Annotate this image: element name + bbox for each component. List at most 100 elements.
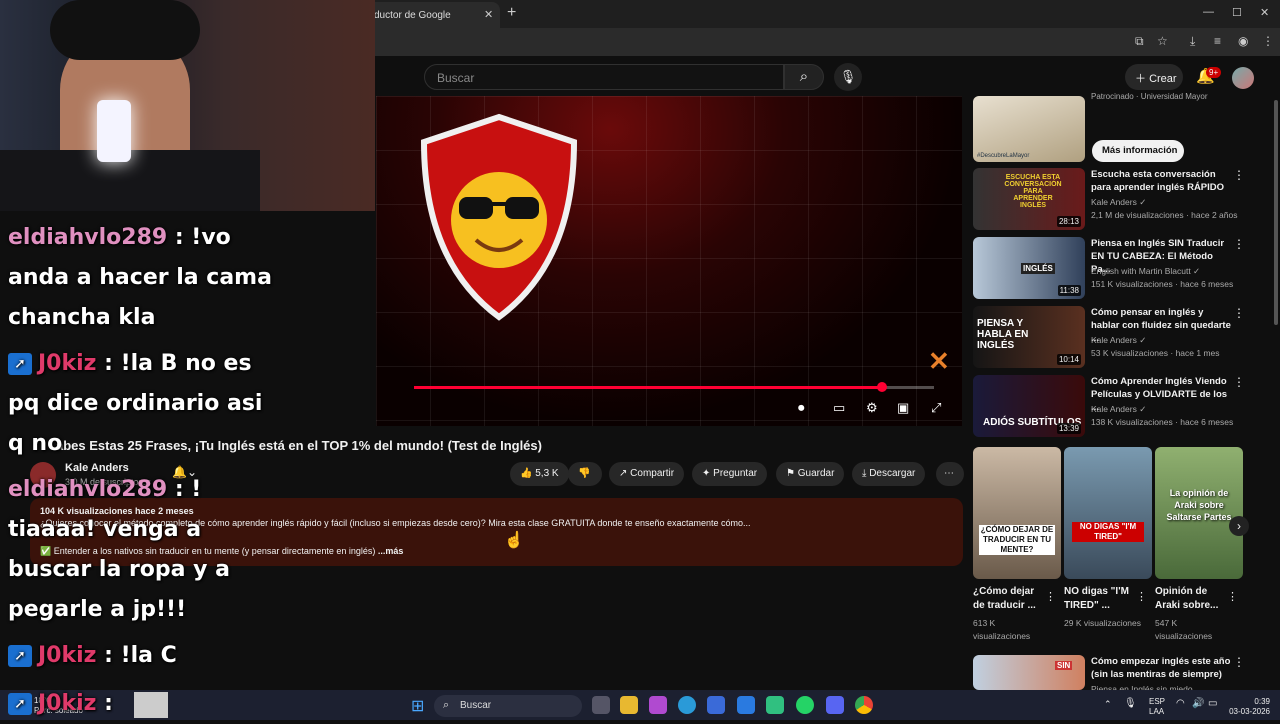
chat-text: chancha kla [8, 305, 156, 330]
more-vert-icon[interactable]: ⋮ [1233, 375, 1245, 389]
progress-scrubber[interactable] [877, 382, 887, 392]
profile-icon[interactable]: ◉ [1238, 34, 1248, 48]
share-icon: ↗ [619, 468, 631, 479]
autoplay-toggle-icon[interactable]: ⏺ [798, 400, 805, 416]
download-icon[interactable]: ⤓ [1190, 34, 1195, 49]
short-title: ¿Cómo dejar de traducir ... [973, 586, 1036, 611]
cast-icon[interactable]: ⧉ [1135, 34, 1144, 49]
search-placeholder: Buscar [437, 71, 475, 85]
maximize-icon[interactable]: ☐ [1232, 6, 1242, 19]
avatar[interactable] [1232, 67, 1254, 89]
volume-icon[interactable]: 🔊 [1192, 698, 1204, 709]
file-explorer-icon[interactable] [620, 696, 638, 714]
task-view-icon[interactable] [592, 696, 610, 714]
thumb-down-icon: 👎 [578, 468, 591, 479]
scrollbar-thumb[interactable] [1274, 100, 1278, 325]
rec-thumb-text: ESCUCHA ESTA CONVERSACIÓN PARA APRENDER … [1004, 174, 1062, 209]
menu-dots-icon[interactable]: ⋮ [1262, 34, 1274, 48]
download-button[interactable]: ⤓ Descargar [852, 462, 926, 486]
rec-thumb-text: INGLÉS [1021, 263, 1055, 274]
search-input[interactable]: Buscar [424, 64, 784, 90]
more-vert-icon[interactable]: ⋮ [1227, 590, 1238, 603]
chat-text: q no [8, 431, 63, 456]
whatsapp-icon[interactable] [796, 696, 814, 714]
rec-channel[interactable]: Kale Anders ✓ [1091, 403, 1241, 416]
edge-icon[interactable] [678, 696, 696, 714]
minimize-icon[interactable]: — [1203, 6, 1214, 18]
more-info-button[interactable]: Más información [1092, 140, 1184, 162]
duration-badge: 11:38 [1057, 285, 1081, 296]
settings-gear-icon[interactable]: ⚙ [866, 400, 878, 416]
short-thumb-text: ¿CÓMO DEJAR DE TRADUCIR EN TU MENTE? [979, 525, 1055, 555]
mic-tray-icon[interactable]: 🎙 [1124, 698, 1137, 709]
rec-meta: 138 K visualizaciones · hace 6 meses [1091, 417, 1234, 427]
show-more-link[interactable]: ...más [378, 546, 404, 556]
close-tab-icon[interactable]: ✕ [484, 8, 493, 21]
ask-label: Preguntar [713, 468, 758, 479]
more-vert-icon[interactable]: ⋮ [1233, 306, 1245, 320]
windows-start-icon[interactable]: ⊞ [411, 696, 424, 716]
shield-emoji-graphic [420, 113, 578, 321]
search-button[interactable]: ⌕ [784, 64, 824, 90]
save-button[interactable]: ⚑ Guardar [776, 462, 845, 486]
more-vert-icon[interactable]: ⋮ [1233, 655, 1245, 669]
app-icon[interactable] [766, 696, 784, 714]
shorts-next-arrow-icon[interactable]: › [1229, 516, 1249, 536]
chat-badge-icon: ➚ [8, 353, 32, 375]
rec-thumbnail: SIN [973, 655, 1085, 690]
subtitles-icon[interactable]: ▭ [833, 400, 845, 416]
chat-text: buscar la ropa y a [8, 557, 231, 582]
wifi-icon[interactable]: ◠ [1176, 698, 1185, 709]
tray-chevron-icon[interactable]: ⌃ [1104, 699, 1112, 710]
plus-icon: ＋ [1135, 73, 1150, 85]
fullscreen-icon[interactable]: ⤢ [931, 400, 941, 416]
lamp-light [97, 100, 131, 162]
more-vert-icon[interactable]: ⋮ [1233, 237, 1245, 251]
rec-channel[interactable]: Kale Anders ✓ [1091, 196, 1241, 209]
rec-channel[interactable]: Kale Anders ✓ [1091, 334, 1241, 347]
new-tab-button[interactable]: + [507, 4, 516, 22]
copilot-icon[interactable] [649, 696, 667, 714]
battery-icon[interactable]: ▭ [1208, 698, 1217, 709]
rec-channel[interactable]: English with Martin Blacutt ✓ [1091, 265, 1241, 278]
rec-meta: 151 K visualizaciones · hace 6 meses [1091, 279, 1234, 289]
like-button[interactable]: 👍 5,3 K [510, 462, 569, 486]
taskbar-search[interactable]: ⌕ Buscar [434, 695, 582, 717]
mic-icon[interactable]: 🎙 [834, 63, 862, 91]
create-button[interactable]: ＋ Crear [1125, 64, 1183, 90]
lang-1: ESP [1149, 697, 1166, 706]
short-thumbnail[interactable]: La opinión de Araki sobre Saltarse Parte… [1155, 447, 1243, 579]
rec-thumbnail: ADIÓS SUBTÍTULOS 13:39 [973, 375, 1085, 437]
more-actions-button[interactable]: ⋯ [936, 462, 964, 486]
chat-username: J0kiz [38, 643, 97, 668]
language-indicator[interactable]: ESP LAA [1149, 697, 1165, 717]
mail-icon[interactable] [737, 696, 755, 714]
media-control-icon[interactable]: ≡ [1214, 34, 1221, 48]
share-button[interactable]: ↗ Compartir [609, 462, 685, 486]
video-player[interactable]: ✕ ⏺ ▭ ⚙ ▣ ⤢ [376, 96, 962, 426]
dislike-button[interactable]: 👎 [568, 462, 602, 486]
ad-sponsor-text: Patrocinado · Universidad Mayor [1091, 92, 1208, 101]
more-vert-icon[interactable]: ⋮ [1045, 590, 1056, 603]
store-icon[interactable] [707, 696, 725, 714]
chat-text: : ! [167, 477, 202, 502]
short-title: NO digas "I'M TIRED" ... [1064, 586, 1129, 611]
progress-fill [414, 386, 882, 389]
browser-tab[interactable]: ductor de Google [360, 2, 500, 28]
short-thumbnail[interactable]: ¿CÓMO DEJAR DE TRADUCIR EN TU MENTE? [973, 447, 1061, 579]
short-thumbnail[interactable]: NO DIGAS "I'M TIRED" [1064, 447, 1152, 579]
more-vert-icon[interactable]: ⋮ [1136, 590, 1147, 603]
search-icon: ⌕ [799, 68, 809, 85]
close-window-icon[interactable]: ✕ [1260, 6, 1269, 19]
notification-badge: 9+ [1206, 67, 1222, 78]
more-vert-icon[interactable]: ⋮ [1233, 168, 1245, 182]
duration-badge: 28:13 [1056, 216, 1081, 227]
ask-button[interactable]: ✦ Preguntar [692, 462, 768, 486]
bookmark-star-icon[interactable]: ☆ [1157, 34, 1168, 48]
miniplayer-icon[interactable]: ▣ [897, 400, 909, 416]
discord-icon[interactable] [826, 696, 844, 714]
rec-thumbnail: PIENSA Y HABLA EN INGLÉS 10:14 [973, 306, 1085, 368]
chat-username: eldiahvlo289 [8, 225, 168, 250]
chrome-icon[interactable] [855, 696, 873, 714]
clock[interactable]: 0:39 03-03-2026 [1226, 697, 1270, 717]
